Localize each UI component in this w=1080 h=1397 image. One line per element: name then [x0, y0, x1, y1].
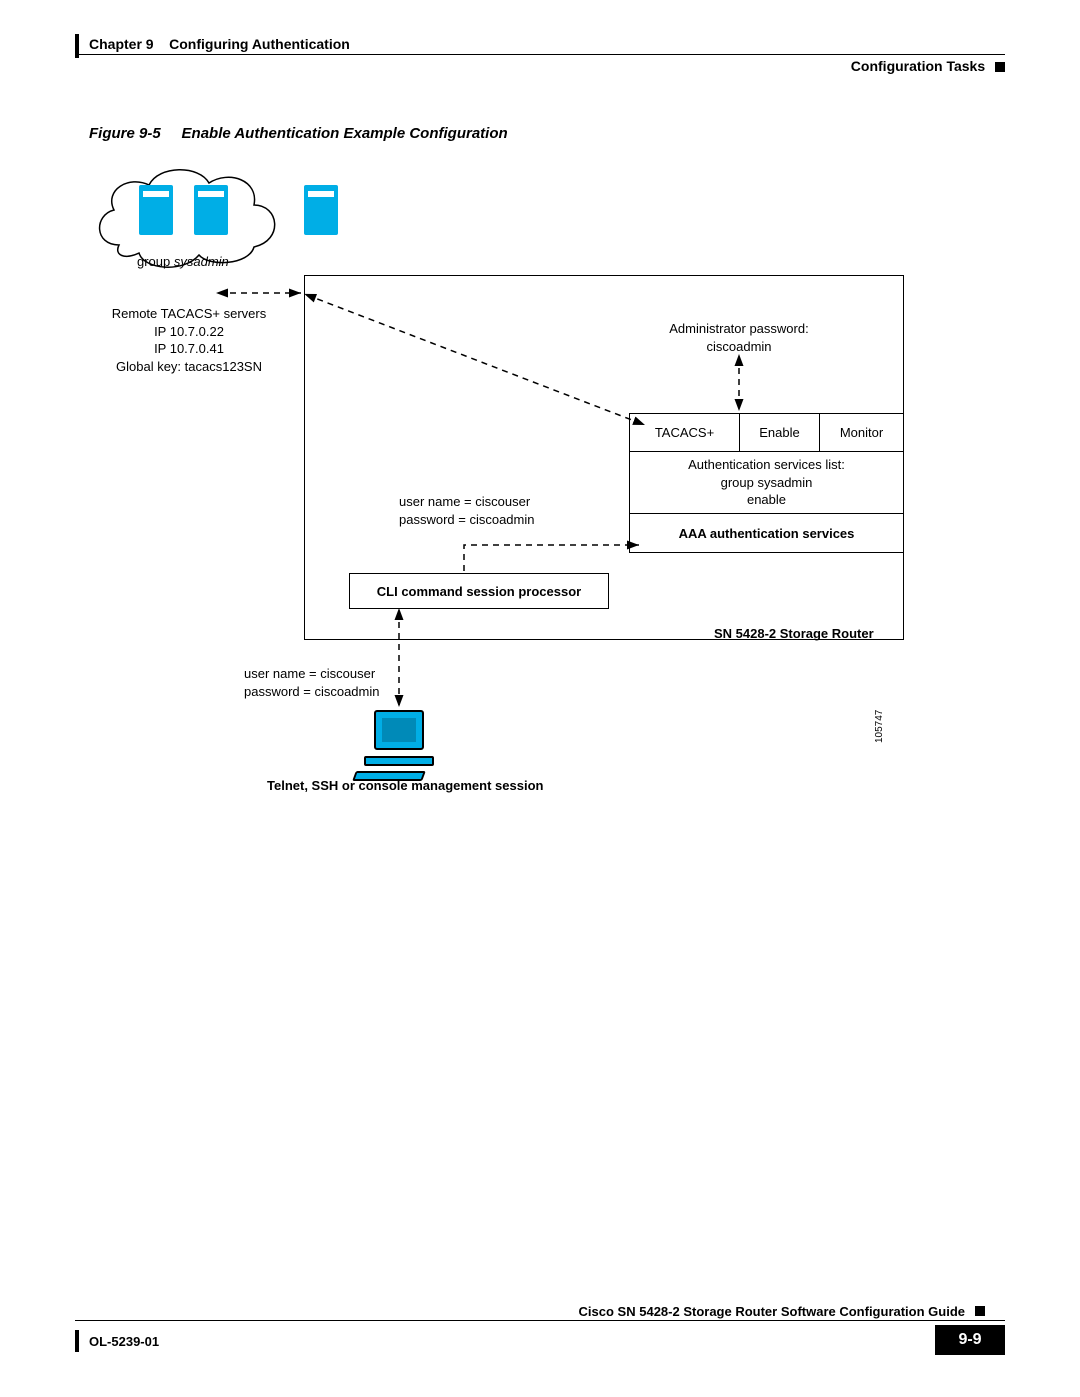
footer-square-icon [975, 1306, 985, 1316]
terminal-icon [364, 710, 434, 775]
creds-line: password = ciscoadmin [399, 511, 534, 529]
server-icon [304, 185, 338, 235]
admin-line: Administrator password: [634, 320, 844, 338]
section-text: Configuration Tasks [851, 58, 985, 74]
aaa-box: TACACS+ Enable Monitor Authentication se… [629, 413, 904, 553]
creds-line: password = ciscoadmin [244, 683, 379, 701]
credentials-upper: user name = ciscouser password = ciscoad… [399, 493, 534, 528]
session-label: Telnet, SSH or console management sessio… [267, 777, 543, 795]
tacacs-line: IP 10.7.0.22 [99, 323, 279, 341]
group-name: sysadmin [174, 254, 229, 269]
aaa-title: AAA authentication services [630, 514, 903, 552]
aaa-services-list: Authentication services list: group sysa… [630, 452, 903, 514]
tacacs-info: Remote TACACS+ servers IP 10.7.0.22 IP 1… [99, 305, 279, 375]
footer-doc-number: OL-5239-01 [89, 1334, 159, 1349]
diagram-id: 105747 [874, 710, 885, 743]
footer-guide-title: Cisco SN 5428-2 Storage Router Software … [579, 1304, 965, 1319]
group-word: group [137, 254, 170, 269]
figure-caption: Figure 9-5 Enable Authentication Example… [89, 125, 508, 142]
aaa-col-enable: Enable [740, 414, 820, 451]
figure-number: Figure 9-5 [89, 125, 161, 142]
chapter-label: Chapter 9 [89, 36, 154, 52]
admin-password-label: Administrator password: ciscoadmin [634, 320, 844, 355]
chapter-title: Configuring Authentication [169, 36, 350, 52]
header-section: Configuration Tasks [851, 58, 1005, 74]
diagram: group sysadmin Remote TACACS+ servers IP… [89, 155, 909, 805]
header-chapter: Chapter 9 Configuring Authentication [89, 36, 350, 52]
aaa-list-line: group sysadmin [721, 474, 813, 492]
tacacs-line: Global key: tacacs123SN [99, 358, 279, 376]
aaa-header-row: TACACS+ Enable Monitor [630, 414, 903, 452]
cloud-group-label: group sysadmin [137, 253, 229, 271]
page-footer: Cisco SN 5428-2 Storage Router Software … [75, 1320, 1005, 1370]
credentials-lower: user name = ciscouser password = ciscoad… [244, 665, 379, 700]
header-rule [75, 54, 1005, 55]
creds-line: user name = ciscouser [399, 493, 534, 511]
tacacs-line: IP 10.7.0.41 [99, 340, 279, 358]
creds-line: user name = ciscouser [244, 665, 379, 683]
cli-box: CLI command session processor [349, 573, 609, 609]
router-label: SN 5428-2 Storage Router [714, 625, 874, 643]
tacacs-line: Remote TACACS+ servers [99, 305, 279, 323]
aaa-col-tacacs: TACACS+ [630, 414, 740, 451]
footer-accent-bar [75, 1330, 79, 1352]
figure-title: Enable Authentication Example Configurat… [182, 125, 508, 142]
admin-line: ciscoadmin [634, 338, 844, 356]
aaa-list-line: Authentication services list: [688, 456, 845, 474]
page-number: 9-9 [935, 1325, 1005, 1355]
server-icon [139, 185, 173, 235]
footer-rule [75, 1320, 1005, 1321]
aaa-col-monitor: Monitor [820, 414, 903, 451]
header-square-icon [995, 62, 1005, 72]
aaa-list-line: enable [747, 491, 786, 509]
server-icon [194, 185, 228, 235]
